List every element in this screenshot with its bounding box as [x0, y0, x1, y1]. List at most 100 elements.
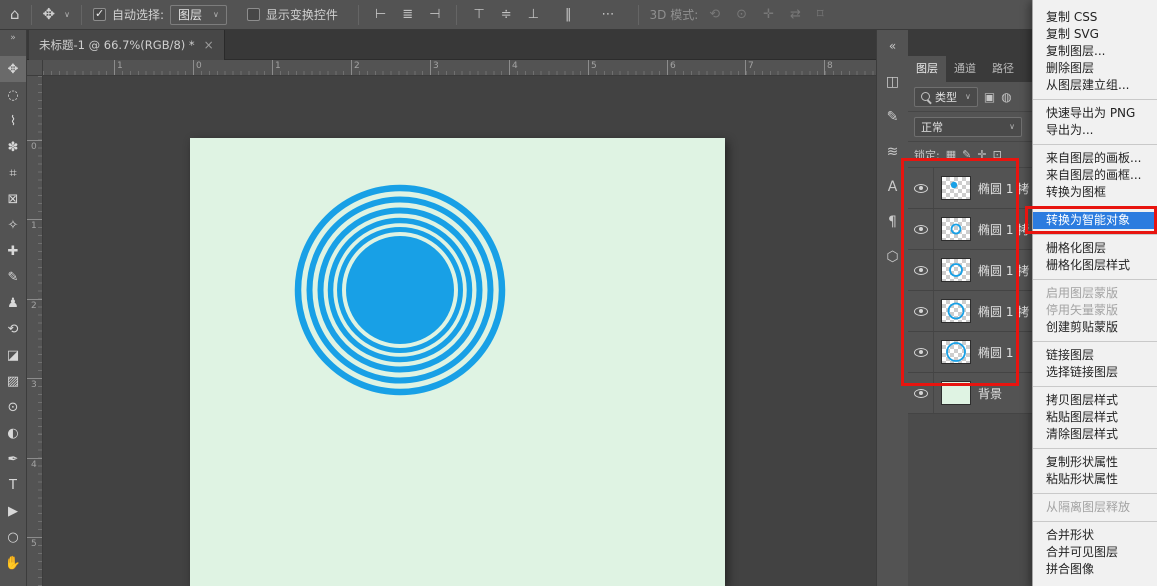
document-tab[interactable]: 未标题-1 @ 66.7%(RGB/8) * ×	[29, 30, 225, 60]
canvas[interactable]	[190, 138, 725, 586]
visibility-toggle[interactable]	[908, 168, 934, 208]
lock-artboard-icon[interactable]: ⊡	[993, 148, 1002, 161]
elliptical-marquee-tool[interactable]: ◌	[0, 82, 26, 108]
brush-tool[interactable]: ✎	[0, 264, 26, 290]
auto-select-target-dropdown[interactable]: 图层 ∨	[170, 4, 227, 25]
menu-item-group-from-layers[interactable]: 从图层建立组...	[1033, 77, 1157, 94]
tab-layers[interactable]: 图层	[908, 56, 946, 82]
blend-mode-dropdown[interactable]: 正常 ∨	[914, 116, 1022, 137]
3d-roll-icon[interactable]: ⊙	[731, 8, 752, 21]
chevron-down-icon[interactable]: ∨	[64, 10, 70, 19]
properties-panel-icon[interactable]: ◫	[881, 71, 905, 93]
layer-thumbnail[interactable]	[941, 176, 971, 200]
character-panel-icon[interactable]: A	[881, 176, 905, 198]
dodge-tool[interactable]: ◐	[0, 420, 26, 446]
menu-item-clear-layer-style[interactable]: 清除图层样式	[1033, 426, 1157, 443]
layer-thumbnail[interactable]	[941, 217, 971, 241]
blur-tool[interactable]: ⊙	[0, 394, 26, 420]
layer-row[interactable]: 椭圆 1 拷	[908, 250, 1032, 291]
menu-item-merge-visible[interactable]: 合并可见图层	[1033, 544, 1157, 561]
layer-thumbnail[interactable]	[941, 340, 971, 364]
move-tool-icon[interactable]: ✥	[43, 7, 56, 22]
menu-item-link-layers[interactable]: 链接图层	[1033, 347, 1157, 364]
menu-item-convert-to-smart-object[interactable]: 转换为智能对象	[1033, 212, 1157, 229]
menu-item-copy-css[interactable]: 复制 CSS	[1033, 9, 1157, 26]
type-tool[interactable]: T	[0, 472, 26, 498]
align-left-icon[interactable]: ⊢	[370, 8, 391, 21]
close-icon[interactable]: ×	[204, 38, 214, 52]
lock-position-icon[interactable]: ✛	[977, 148, 986, 161]
tab-paths[interactable]: 路径	[984, 56, 1022, 82]
layer-row-background[interactable]: 背景	[908, 373, 1032, 414]
layer-filter-type-dropdown[interactable]: 类型 ∨	[914, 86, 978, 107]
menu-item-merge-shapes[interactable]: 合并形状	[1033, 527, 1157, 544]
paragraph-panel-icon[interactable]: ¶	[881, 211, 905, 233]
more-align-options-icon[interactable]: ⋯	[597, 8, 620, 21]
layer-thumbnail[interactable]	[941, 258, 971, 282]
visibility-toggle[interactable]	[908, 332, 934, 372]
clone-source-panel-icon[interactable]: ≋	[881, 141, 905, 163]
menu-item-select-linked-layers[interactable]: 选择链接图层	[1033, 364, 1157, 381]
show-transform-controls-checkbox[interactable]	[246, 8, 260, 21]
filter-adjustment-layer-icon[interactable]: ◍	[1001, 90, 1011, 104]
3d-orbit-icon[interactable]: ⟲	[704, 8, 725, 21]
layer-row[interactable]: 椭圆 1 拷	[908, 291, 1032, 332]
visibility-toggle[interactable]	[908, 373, 934, 413]
menu-item-export-as[interactable]: 导出为...	[1033, 122, 1157, 139]
distribute-vertical-icon[interactable]: ≑	[496, 8, 517, 21]
lasso-tool[interactable]: ⌇	[0, 108, 26, 134]
layer-row[interactable]: 椭圆 1 拷	[908, 209, 1032, 250]
3d-panel-icon[interactable]: ⬡	[881, 246, 905, 268]
menu-item-flatten-image[interactable]: 拼合图像	[1033, 561, 1157, 578]
3d-pan-icon[interactable]: ✛	[758, 8, 779, 21]
align-bottom-icon[interactable]: ⊥	[523, 8, 544, 21]
menu-item-create-clipping-mask[interactable]: 创建剪贴蒙版	[1033, 319, 1157, 336]
layer-thumbnail[interactable]	[941, 381, 971, 405]
align-center-h-icon[interactable]: ≣	[397, 8, 418, 21]
eraser-tool[interactable]: ◪	[0, 342, 26, 368]
quick-selection-tool[interactable]: ✽	[0, 134, 26, 160]
clone-stamp-tool[interactable]: ♟	[0, 290, 26, 316]
menu-item-paste-layer-style[interactable]: 粘贴图层样式	[1033, 409, 1157, 426]
path-selection-tool[interactable]: ▶	[0, 498, 26, 524]
lock-paint-icon[interactable]: ✎	[962, 148, 971, 161]
healing-brush-tool[interactable]: ✚	[0, 238, 26, 264]
menu-item-copy-layer-style[interactable]: 拷贝图层样式	[1033, 392, 1157, 409]
ellipse-tool[interactable]: ○	[0, 524, 26, 550]
menu-item-paste-shape-attributes[interactable]: 粘贴形状属性	[1033, 471, 1157, 488]
distribute-horizontal-icon[interactable]: ‖	[560, 8, 577, 21]
align-top-icon[interactable]: ⊤	[468, 8, 489, 21]
menu-item-artboard-from-layers[interactable]: 来自图层的画板...	[1033, 150, 1157, 167]
menu-item-copy-shape-attributes[interactable]: 复制形状属性	[1033, 454, 1157, 471]
frame-tool[interactable]: ⊠	[0, 186, 26, 212]
menu-item-rasterize-layer-style[interactable]: 栅格化图层样式	[1033, 257, 1157, 274]
gradient-tool[interactable]: ▨	[0, 368, 26, 394]
toolbox-collapse-icon[interactable]: »	[0, 30, 26, 46]
menu-item-frame-from-layers[interactable]: 来自图层的画框...	[1033, 167, 1157, 184]
brush-settings-panel-icon[interactable]: ✎	[881, 106, 905, 128]
pen-tool[interactable]: ✒	[0, 446, 26, 472]
hand-tool[interactable]: ✋	[0, 550, 26, 576]
menu-item-delete-layer[interactable]: 删除图层	[1033, 60, 1157, 77]
3d-camera-icon[interactable]: ⌑	[812, 8, 829, 21]
crop-tool[interactable]: ⌗	[0, 160, 26, 186]
visibility-toggle[interactable]	[908, 250, 934, 290]
menu-item-duplicate-layer[interactable]: 复制图层...	[1033, 43, 1157, 60]
menu-item-rasterize-layer[interactable]: 栅格化图层	[1033, 240, 1157, 257]
lock-transparent-pixels-icon[interactable]: ▦	[946, 148, 956, 161]
layer-thumbnail[interactable]	[941, 299, 971, 323]
history-brush-tool[interactable]: ⟲	[0, 316, 26, 342]
expand-panels-icon[interactable]: «	[889, 34, 896, 58]
filter-pixel-layer-icon[interactable]: ▣	[984, 90, 995, 104]
move-tool[interactable]: ✥	[0, 56, 26, 82]
layer-row[interactable]: 椭圆 1	[908, 332, 1032, 373]
menu-item-quick-export-png[interactable]: 快速导出为 PNG	[1033, 105, 1157, 122]
auto-select-checkbox[interactable]	[92, 7, 106, 21]
eyedropper-tool[interactable]: ✧	[0, 212, 26, 238]
menu-item-convert-to-frame[interactable]: 转换为图框	[1033, 184, 1157, 201]
menu-item-copy-svg[interactable]: 复制 SVG	[1033, 26, 1157, 43]
visibility-toggle[interactable]	[908, 291, 934, 331]
align-right-icon[interactable]: ⊣	[424, 8, 445, 21]
visibility-toggle[interactable]	[908, 209, 934, 249]
tab-channels[interactable]: 通道	[946, 56, 984, 82]
